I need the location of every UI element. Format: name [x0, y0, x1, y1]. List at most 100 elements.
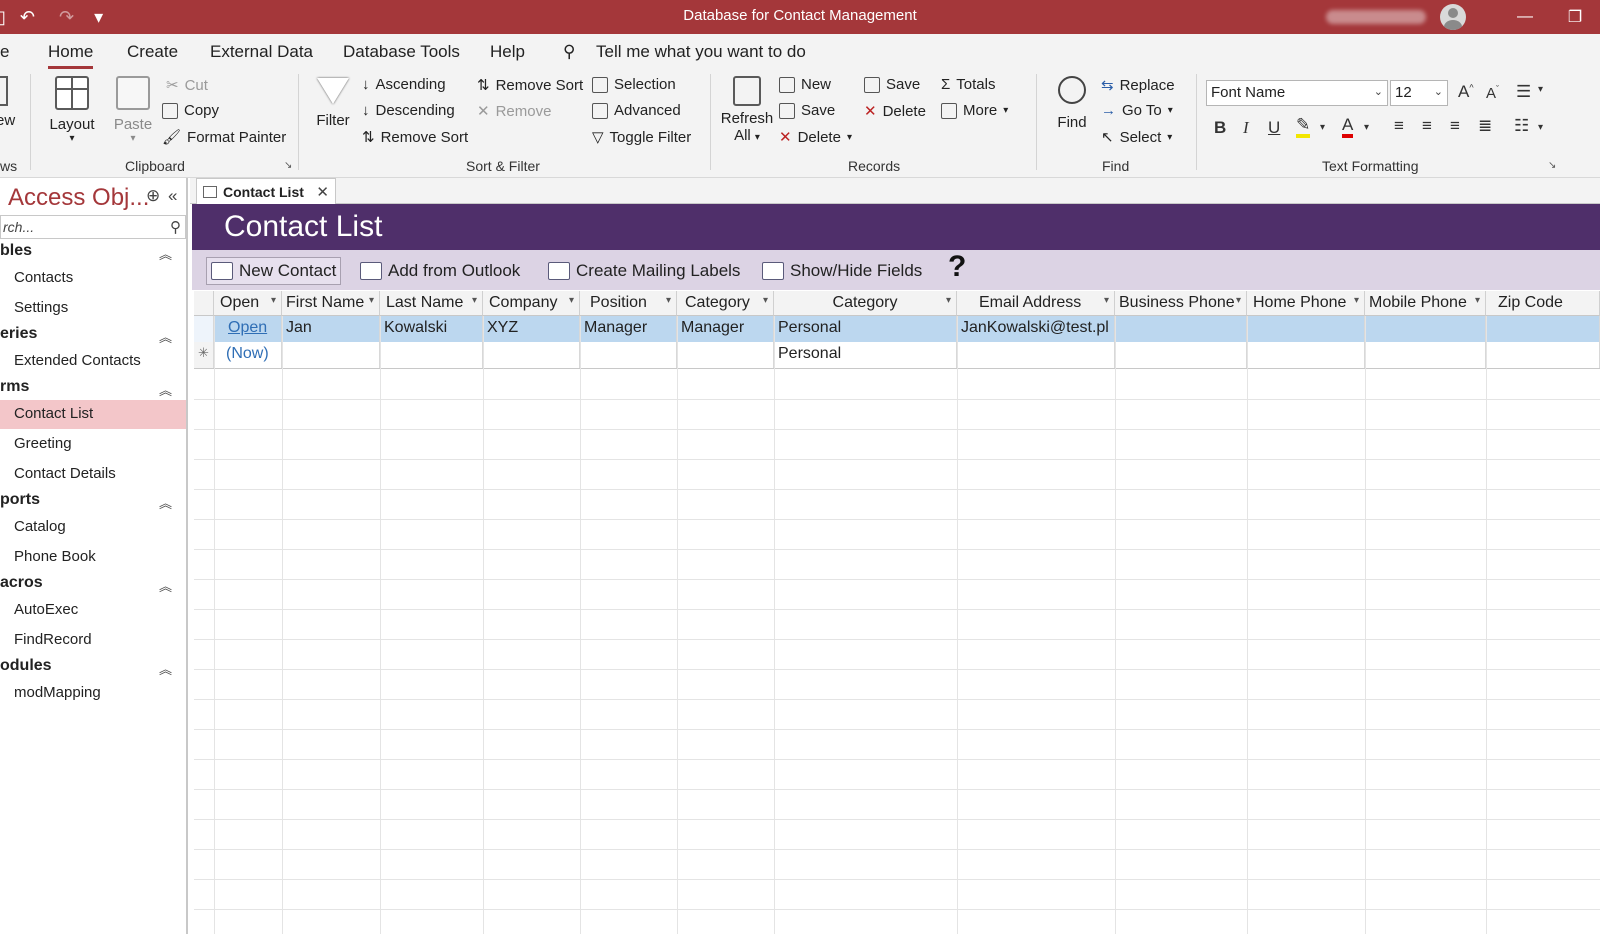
- nav-search-input[interactable]: rch... ⚲: [0, 215, 186, 239]
- refresh-all-button[interactable]: Refresh All ▾: [720, 76, 774, 144]
- text-formatting-launcher-icon[interactable]: ↘: [1548, 160, 1556, 171]
- table-cell[interactable]: [1247, 342, 1365, 368]
- bullets-icon[interactable]: ☰: [1516, 82, 1531, 102]
- table-cell[interactable]: (Now): [214, 342, 282, 368]
- table-cell[interactable]: [1115, 316, 1247, 342]
- table-cell[interactable]: JanKowalski@test.pl: [957, 316, 1115, 342]
- account-name[interactable]: [1326, 10, 1426, 24]
- paste-button[interactable]: Paste ▾: [110, 76, 156, 144]
- nav-item-modmapping[interactable]: modMapping: [0, 679, 186, 708]
- collapse-pane-icon[interactable]: «: [168, 186, 177, 206]
- table-cell[interactable]: Manager: [580, 316, 677, 342]
- cut-button[interactable]: ✂ Cut: [166, 76, 208, 95]
- nav-item-findrecord[interactable]: FindRecord: [0, 626, 186, 655]
- delete-button-2[interactable]: ✕ Delete: [864, 102, 926, 121]
- column-header-email-address[interactable]: Email Address ▾: [957, 291, 1115, 316]
- underline-button[interactable]: U: [1268, 118, 1280, 138]
- advanced-button[interactable]: Advanced: [592, 102, 681, 119]
- collapse-icon[interactable]: ︽: [159, 659, 172, 678]
- minimize-button[interactable]: —: [1500, 8, 1550, 26]
- remove-filter-button[interactable]: ✕ Remove: [477, 102, 551, 121]
- format-painter-button[interactable]: 🖌 Format Painter: [162, 128, 286, 147]
- column-header-first-name[interactable]: First Name ▾: [282, 291, 380, 316]
- document-tab-contact-list[interactable]: Contact List ✕: [196, 178, 336, 204]
- tab-home[interactable]: Home: [48, 42, 94, 69]
- restore-button[interactable]: ❐: [1550, 7, 1600, 27]
- chevron-down-icon[interactable]: ▾: [472, 295, 477, 306]
- column-header-mobile-phone[interactable]: Mobile Phone ▾: [1365, 291, 1486, 316]
- column-header-open[interactable]: Open ▾: [214, 291, 282, 316]
- nav-pane-title[interactable]: Access Obj...: [8, 184, 149, 212]
- help-button[interactable]: ?: [948, 250, 966, 284]
- collapse-icon[interactable]: ︽: [159, 380, 172, 399]
- search-icon[interactable]: ⚲: [170, 218, 181, 236]
- new-record-button[interactable]: New: [779, 76, 831, 93]
- nav-item-greeting[interactable]: Greeting: [0, 430, 186, 459]
- close-icon[interactable]: ✕: [316, 183, 329, 201]
- chevron-down-icon[interactable]: ▾: [1354, 295, 1359, 306]
- chevron-down-icon[interactable]: ▾: [946, 295, 951, 306]
- chevron-down-icon[interactable]: ▾: [369, 295, 374, 306]
- table-cell[interactable]: [282, 342, 380, 368]
- numbering-icon[interactable]: ☷: [1514, 116, 1529, 136]
- chevron-down-icon[interactable]: ▾: [1364, 122, 1369, 133]
- table-cell[interactable]: [677, 342, 774, 368]
- chevron-down-icon[interactable]: ▾: [1475, 295, 1480, 306]
- nav-item-contact-list[interactable]: Contact List: [0, 400, 186, 429]
- tab-file[interactable]: e: [0, 42, 9, 62]
- align-left-icon[interactable]: ≡: [1394, 116, 1404, 136]
- grow-font-button[interactable]: A^: [1458, 82, 1474, 102]
- tab-database-tools[interactable]: Database Tools: [343, 42, 460, 62]
- table-cell[interactable]: Personal: [774, 316, 957, 342]
- table-cell[interactable]: [483, 342, 580, 368]
- show-hide-fields-button[interactable]: Show/Hide Fields: [762, 257, 922, 285]
- italic-button[interactable]: I: [1243, 118, 1249, 138]
- save-button-2[interactable]: Save: [864, 76, 920, 93]
- column-header-company[interactable]: Company ▾: [483, 291, 580, 316]
- highlight-icon[interactable]: ✎: [1296, 116, 1311, 138]
- table-cell[interactable]: [580, 342, 677, 368]
- chevron-down-icon[interactable]: ▾: [1236, 295, 1241, 306]
- chevron-down-icon[interactable]: ⌄: [1434, 85, 1443, 98]
- new-contact-button[interactable]: New Contact: [206, 257, 342, 285]
- create-mailing-labels-button[interactable]: Create Mailing Labels: [548, 257, 740, 285]
- tell-me-box[interactable]: Tell me what you want to do: [596, 42, 806, 62]
- nav-item-contact-details[interactable]: Contact Details: [0, 460, 186, 489]
- chevron-down-icon[interactable]: ▾: [1104, 295, 1109, 306]
- avatar[interactable]: [1440, 4, 1466, 30]
- view-button[interactable]: ew: [0, 76, 16, 129]
- font-name-combo[interactable]: Font Name ⌄: [1206, 80, 1388, 106]
- column-header-category-2[interactable]: Category ▾: [774, 291, 957, 316]
- nav-item-settings[interactable]: Settings: [0, 294, 186, 323]
- toggle-filter-button[interactable]: ▽ Toggle Filter: [592, 128, 691, 147]
- add-from-outlook-button[interactable]: Add from Outlook: [360, 257, 520, 285]
- find-button[interactable]: Find: [1050, 76, 1094, 131]
- tab-create[interactable]: Create: [127, 42, 178, 62]
- save-record-button[interactable]: Save: [779, 102, 835, 119]
- chevron-down-icon[interactable]: ▾: [1538, 84, 1543, 95]
- font-size-combo[interactable]: 12 ⌄: [1390, 80, 1448, 106]
- open-record-link[interactable]: Open: [228, 319, 267, 336]
- nav-item-contacts[interactable]: Contacts: [0, 264, 186, 293]
- clipboard-launcher-icon[interactable]: ↘: [284, 160, 292, 171]
- delete-record-button[interactable]: ✕ Delete ▾: [779, 128, 852, 147]
- table-cell[interactable]: Kowalski: [380, 316, 483, 342]
- table-cell[interactable]: [380, 342, 483, 368]
- align-right-icon[interactable]: ≡: [1450, 116, 1460, 136]
- table-cell[interactable]: [1486, 342, 1600, 368]
- new-record-marker[interactable]: ✳: [194, 342, 214, 368]
- bold-button[interactable]: B: [1214, 118, 1226, 138]
- replace-button[interactable]: ⇆ Replace: [1101, 76, 1175, 95]
- nav-item-extended-contacts[interactable]: Extended Contacts: [0, 347, 186, 376]
- nav-item-autoexec[interactable]: AutoExec: [0, 596, 186, 625]
- table-cell[interactable]: [1486, 316, 1600, 342]
- table-cell[interactable]: XYZ: [483, 316, 580, 342]
- collapse-icon[interactable]: ︽: [159, 493, 172, 512]
- collapse-icon[interactable]: ︽: [159, 327, 172, 346]
- chevron-down-icon[interactable]: ▾: [271, 295, 276, 306]
- chevron-down-icon[interactable]: ▾: [666, 295, 671, 306]
- table-cell[interactable]: [957, 342, 1115, 368]
- descending-button[interactable]: ↓ Descending: [362, 102, 455, 119]
- collapse-icon[interactable]: ︽: [159, 576, 172, 595]
- chevron-down-icon[interactable]: ▾: [763, 295, 768, 306]
